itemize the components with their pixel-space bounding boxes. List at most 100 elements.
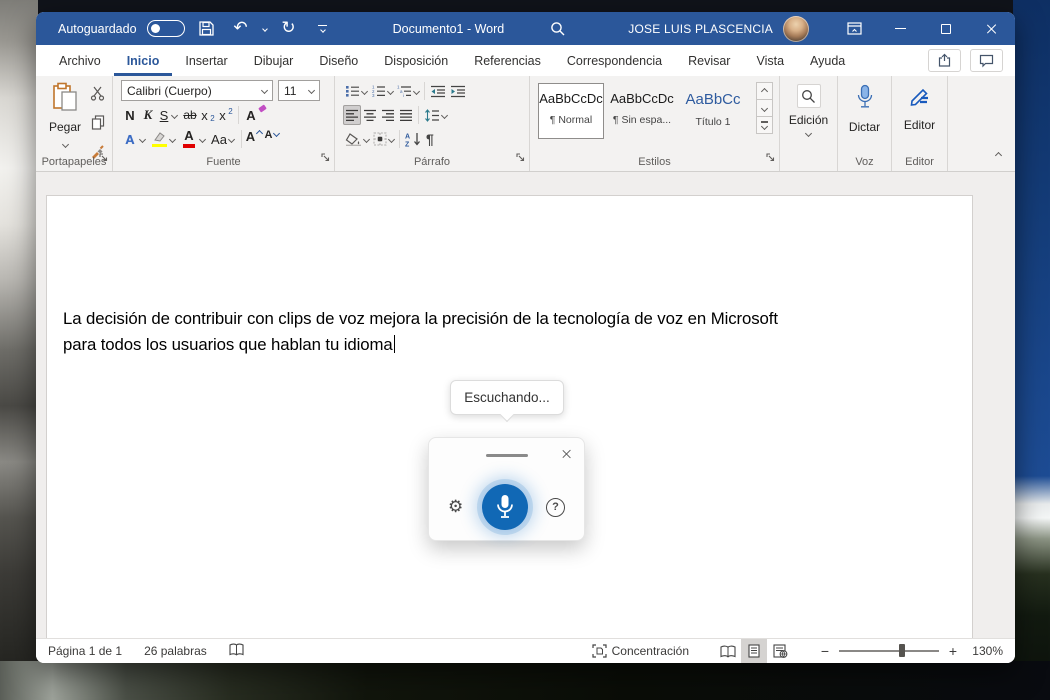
proofing-status-button[interactable] (229, 643, 244, 659)
font-color-button[interactable]: A (180, 129, 198, 149)
shrink-font-letter: A (265, 129, 273, 141)
styles-scroll-down-button[interactable] (756, 99, 773, 117)
shrink-font-button[interactable]: A (263, 129, 281, 149)
web-layout-button[interactable] (767, 639, 793, 664)
maximize-button[interactable] (923, 12, 969, 45)
change-case-button[interactable]: Aa (210, 129, 228, 149)
undo-dropdown-chevron[interactable] (262, 26, 268, 32)
tab-vista[interactable]: Vista (743, 45, 797, 76)
grow-font-button[interactable]: A (245, 129, 263, 149)
copy-button[interactable] (91, 115, 105, 135)
decrease-indent-button[interactable] (428, 81, 448, 101)
editing-chevron[interactable] (805, 130, 812, 137)
bold-button[interactable]: N (121, 105, 139, 125)
tab-diseno[interactable]: Diseño (306, 45, 371, 76)
cut-button[interactable] (90, 86, 105, 106)
tab-dibujar[interactable]: Dibujar (241, 45, 307, 76)
align-center-button[interactable] (361, 105, 379, 125)
print-layout-button[interactable] (741, 639, 767, 664)
tab-insertar[interactable]: Insertar (172, 45, 240, 76)
italic-button[interactable]: K (139, 105, 157, 125)
clipboard-dialog-launcher[interactable] (99, 149, 108, 167)
dictation-settings-button[interactable]: ⚙ (448, 499, 463, 516)
document-text[interactable]: La decisión de contribuir con clips de v… (63, 306, 863, 358)
close-button[interactable] (969, 12, 1015, 45)
styles-scroll-up-button[interactable] (756, 82, 773, 100)
style-sin-espaciado[interactable]: AaBbCcDc ¶ Sin espa... (609, 83, 675, 139)
word-count[interactable]: 26 palabras (144, 644, 207, 658)
tab-disposicion[interactable]: Disposición (371, 45, 461, 76)
dictation-microphone-button[interactable] (482, 484, 528, 530)
redo-button[interactable]: ↻ (277, 17, 301, 41)
highlight-button[interactable] (150, 129, 168, 149)
tab-correspondencia[interactable]: Correspondencia (554, 45, 675, 76)
multilevel-list-button[interactable]: 1 a i (395, 81, 421, 101)
page-indicator[interactable]: Página 1 de 1 (48, 644, 122, 658)
read-mode-button[interactable] (715, 639, 741, 664)
clear-formatting-button[interactable]: A (242, 105, 260, 125)
font-name-select[interactable]: Calibri (Cuerpo) (121, 80, 273, 101)
minimize-button[interactable] (877, 12, 923, 45)
align-right-button[interactable] (379, 105, 397, 125)
dictation-close-button[interactable] (560, 447, 574, 461)
justify-button[interactable] (397, 105, 415, 125)
search-button[interactable] (546, 17, 570, 41)
paste-button[interactable]: Pegar (46, 82, 84, 152)
dictate-button[interactable] (856, 84, 874, 115)
subscript-button[interactable]: x2 (199, 105, 217, 125)
share-icon (937, 53, 953, 68)
customize-quick-access-button[interactable] (311, 17, 335, 41)
zoom-out-button[interactable]: − (819, 643, 831, 659)
styles-dialog-launcher[interactable] (766, 149, 775, 167)
save-button[interactable] (195, 17, 219, 41)
zoom-in-button[interactable]: + (947, 643, 959, 659)
collapse-ribbon-button[interactable] (996, 145, 1001, 163)
strikethrough-button[interactable]: ab (181, 105, 199, 125)
focus-mode-button[interactable]: Concentración (592, 644, 689, 658)
change-case-chevron[interactable] (228, 135, 235, 142)
font-size-select[interactable]: 11 (278, 80, 320, 101)
editing-button[interactable] (797, 84, 821, 108)
sort-button[interactable]: A Z (403, 129, 424, 149)
tab-ayuda[interactable]: Ayuda (797, 45, 858, 76)
undo-button[interactable]: ↶ (229, 17, 253, 41)
paste-dropdown-chevron[interactable] (61, 141, 68, 148)
font-color-chevron[interactable] (199, 135, 206, 142)
style-titulo-1[interactable]: AaBbCc Título 1 (680, 83, 746, 139)
text-effects-button[interactable]: A (121, 129, 139, 149)
comments-button[interactable] (970, 49, 1003, 72)
tab-referencias[interactable]: Referencias (461, 45, 554, 76)
line-spacing-button[interactable] (422, 105, 449, 125)
superscript-button[interactable]: x2 (217, 105, 235, 125)
numbering-button[interactable]: 1 2 3 (369, 81, 395, 101)
zoom-slider-handle[interactable] (899, 644, 905, 657)
dictation-toolbar[interactable]: ⚙ ? (428, 437, 585, 541)
autosave-toggle[interactable] (147, 20, 185, 37)
tab-archivo[interactable]: Archivo (46, 45, 114, 76)
user-avatar[interactable] (783, 16, 809, 42)
dictation-help-button[interactable]: ? (546, 498, 565, 517)
show-formatting-marks-button[interactable]: ¶ (424, 129, 436, 149)
share-button[interactable] (928, 49, 961, 72)
zoom-percentage[interactable]: 130% (967, 644, 1003, 658)
increase-indent-button[interactable] (448, 81, 468, 101)
font-dialog-launcher[interactable] (321, 149, 330, 167)
drag-handle[interactable] (486, 454, 528, 457)
style-normal[interactable]: AaBbCcDc ¶ Normal (538, 83, 604, 139)
tab-revisar[interactable]: Revisar (675, 45, 743, 76)
underline-button[interactable]: S (157, 105, 171, 125)
zoom-slider[interactable] (839, 650, 939, 652)
borders-button[interactable] (371, 129, 396, 149)
text-effects-chevron[interactable] (139, 135, 146, 142)
tab-inicio[interactable]: Inicio (114, 45, 173, 76)
underline-chevron[interactable] (171, 111, 178, 118)
bullets-button[interactable] (343, 81, 369, 101)
editor-button[interactable] (908, 84, 932, 113)
align-left-button[interactable] (343, 105, 361, 125)
paragraph-dialog-launcher[interactable] (516, 149, 525, 167)
highlight-chevron[interactable] (169, 135, 176, 142)
ribbon-display-options-button[interactable] (831, 12, 877, 45)
account-name[interactable]: JOSE LUIS PLASCENCIA (628, 22, 773, 36)
styles-gallery-more-button[interactable] (756, 116, 773, 134)
shading-button[interactable] (343, 129, 371, 149)
